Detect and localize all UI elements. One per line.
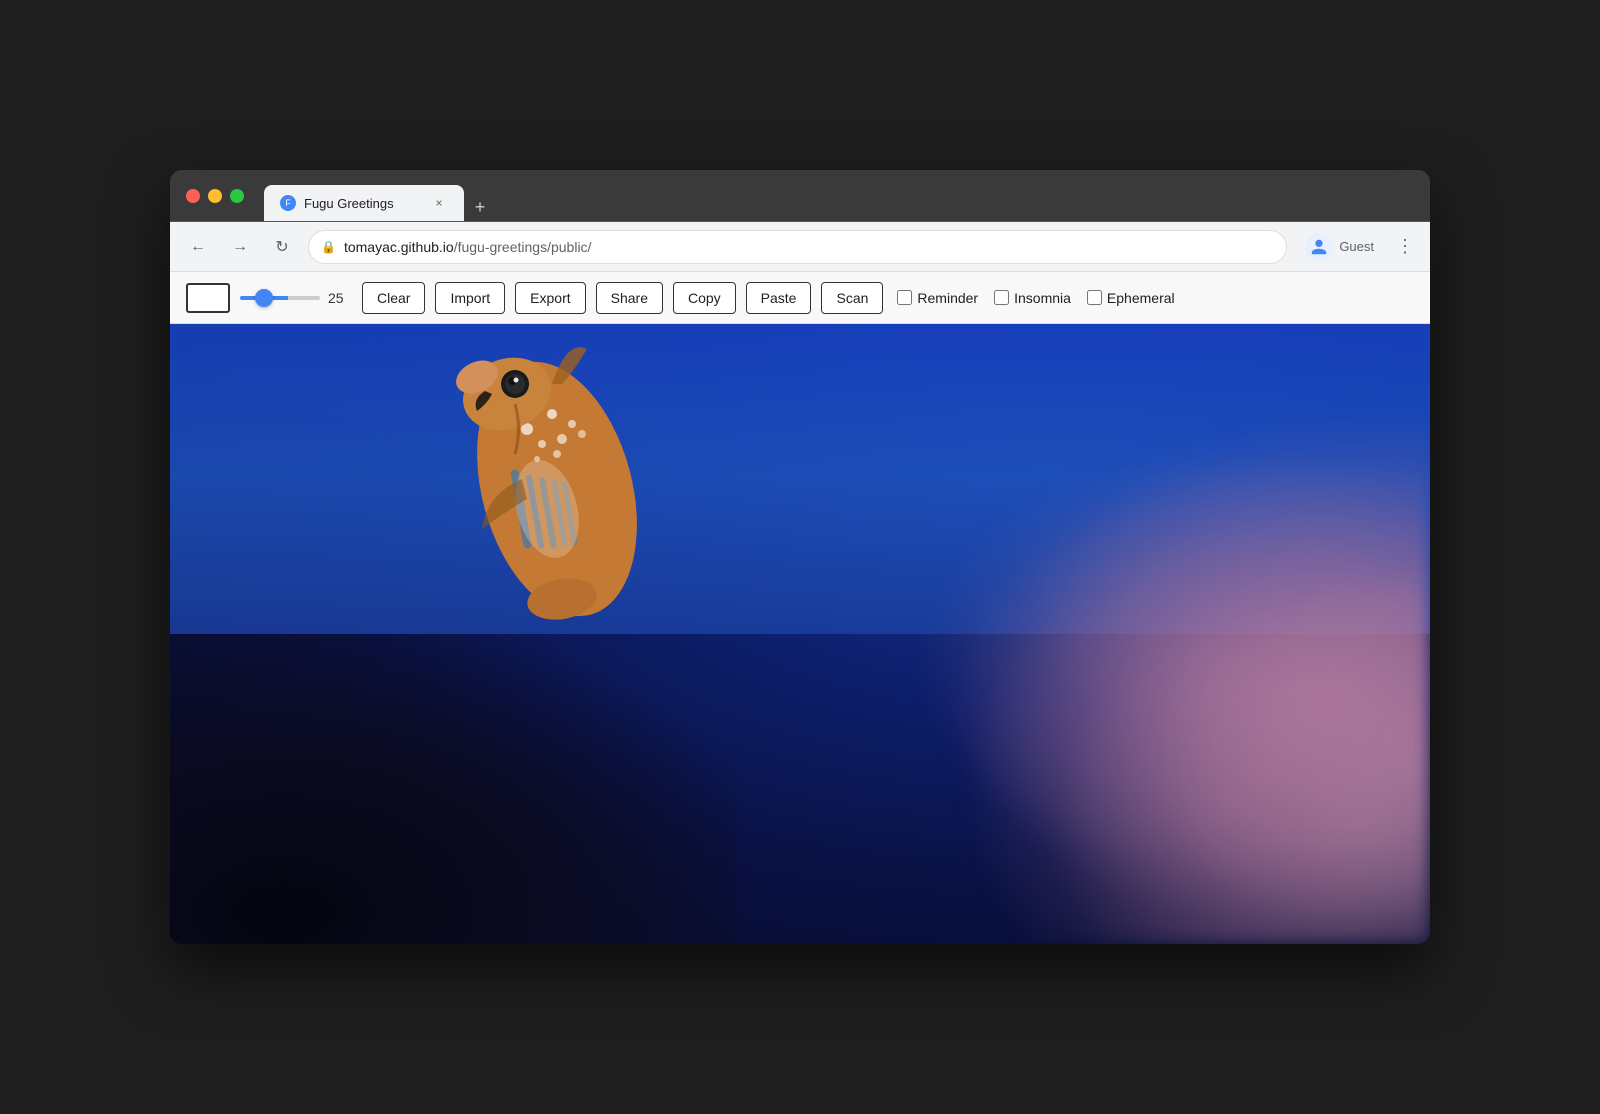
tab-favicon: F	[280, 195, 296, 211]
reminder-checkbox-label[interactable]: Reminder	[897, 290, 978, 306]
browser-window: F Fugu Greetings × + ← → ↻ 🔒 tomayac.git…	[170, 170, 1430, 944]
color-preview[interactable]	[186, 283, 230, 313]
clear-button[interactable]: Clear	[362, 282, 425, 314]
fish-scene	[170, 324, 1430, 944]
url-path: /fugu-greetings/public/	[454, 239, 592, 255]
coral-background	[737, 324, 1430, 944]
tab-bar: F Fugu Greetings × +	[264, 170, 494, 221]
new-tab-button[interactable]: +	[466, 193, 494, 221]
copy-button[interactable]: Copy	[673, 282, 736, 314]
canvas-area[interactable]	[170, 324, 1430, 944]
profile-label: Guest	[1339, 239, 1374, 254]
brush-size-slider[interactable]	[240, 296, 320, 300]
toolbar: 25 Clear Import Export Share Copy Paste …	[170, 272, 1430, 324]
profile-button[interactable]: Guest	[1297, 229, 1382, 265]
reminder-checkbox[interactable]	[897, 290, 912, 305]
insomnia-checkbox-label[interactable]: Insomnia	[994, 290, 1071, 306]
import-button[interactable]: Import	[435, 282, 505, 314]
close-window-button[interactable]	[186, 189, 200, 203]
reminder-label: Reminder	[917, 290, 978, 306]
ephemeral-label: Ephemeral	[1107, 290, 1175, 306]
browser-menu-button[interactable]: ⋮	[1392, 232, 1418, 261]
forward-button[interactable]: →	[224, 231, 256, 263]
profile-icon	[1305, 233, 1333, 261]
lock-icon: 🔒	[321, 240, 336, 254]
checkbox-group: Reminder Insomnia Ephemeral	[897, 290, 1174, 306]
back-button[interactable]: ←	[182, 231, 214, 263]
tab-close-button[interactable]: ×	[430, 194, 448, 212]
address-bar[interactable]: 🔒 tomayac.github.io/fugu-greetings/publi…	[308, 230, 1287, 264]
url-display: tomayac.github.io/fugu-greetings/public/	[344, 239, 1274, 255]
scan-button[interactable]: Scan	[821, 282, 883, 314]
slider-container: 25	[240, 290, 352, 306]
traffic-lights	[186, 189, 244, 203]
active-tab[interactable]: F Fugu Greetings ×	[264, 185, 464, 221]
ephemeral-checkbox[interactable]	[1087, 290, 1102, 305]
ephemeral-checkbox-label[interactable]: Ephemeral	[1087, 290, 1175, 306]
insomnia-label: Insomnia	[1014, 290, 1071, 306]
reload-button[interactable]: ↻	[266, 231, 298, 263]
slider-value: 25	[328, 290, 352, 306]
insomnia-checkbox[interactable]	[994, 290, 1009, 305]
export-button[interactable]: Export	[515, 282, 585, 314]
title-bar: F Fugu Greetings × +	[170, 170, 1430, 222]
nav-bar: ← → ↻ 🔒 tomayac.github.io/fugu-greetings…	[170, 222, 1430, 272]
maximize-window-button[interactable]	[230, 189, 244, 203]
tab-title: Fugu Greetings	[304, 196, 422, 211]
url-domain: tomayac.github.io	[344, 239, 454, 255]
paste-button[interactable]: Paste	[746, 282, 812, 314]
share-button[interactable]: Share	[596, 282, 663, 314]
minimize-window-button[interactable]	[208, 189, 222, 203]
fish-image	[397, 324, 717, 729]
